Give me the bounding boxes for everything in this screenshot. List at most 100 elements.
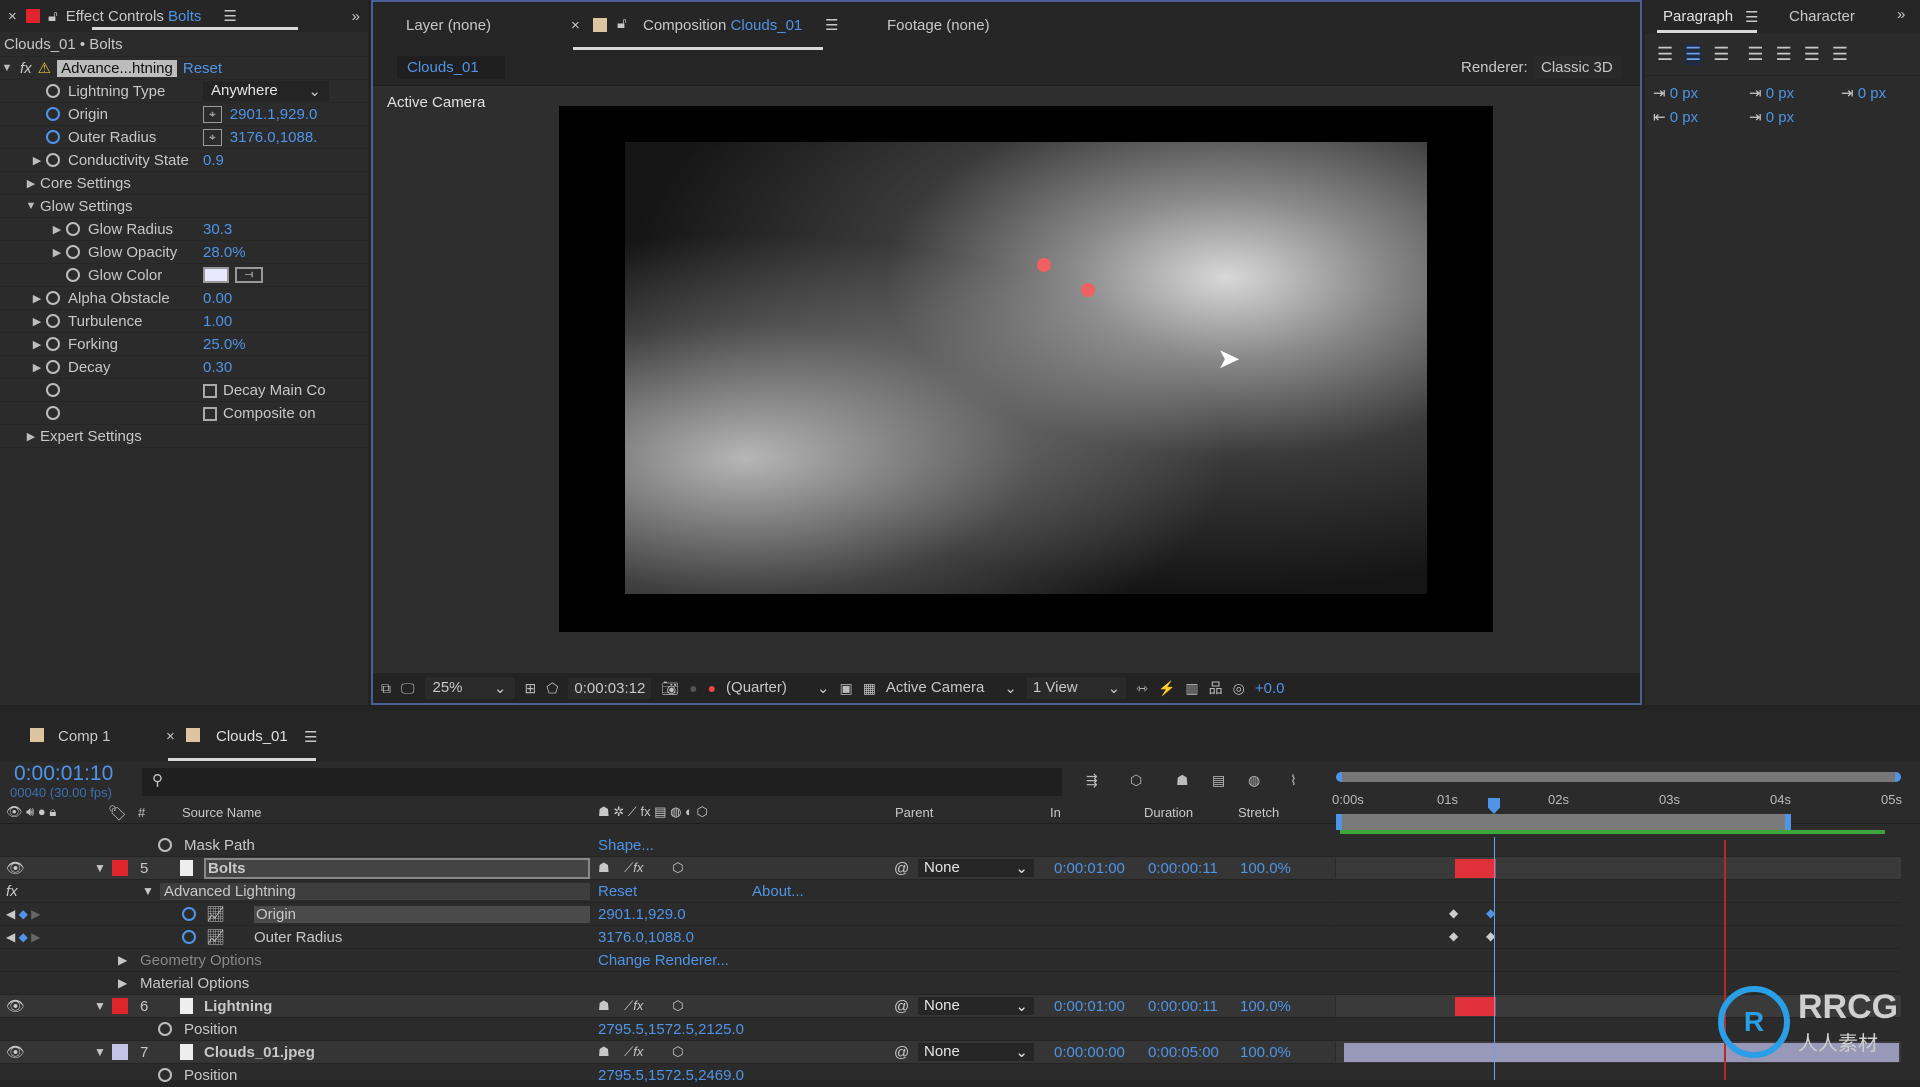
stopwatch-icon[interactable] — [158, 838, 172, 852]
layer-name[interactable]: Bolts — [204, 857, 590, 879]
timeline-row[interactable]: 👁︎ ▼ 7 Clouds_01.jpeg ☗ ⟋fx ⬡ @ None ⌄ 0:00:00:0… — [0, 1041, 1335, 1064]
align-left-icon[interactable]: ☰ — [1657, 44, 1673, 65]
pickwhip-icon[interactable]: @ — [894, 1044, 909, 1061]
duration-header[interactable]: Duration — [1144, 805, 1193, 820]
expand-triangle-icon[interactable]: ▶ — [30, 292, 44, 305]
stopwatch-icon[interactable] — [158, 1022, 172, 1036]
playhead[interactable] — [1488, 798, 1500, 814]
timeline-row[interactable]: fx ▼ Advanced Lightning Reset About... — [0, 880, 1335, 903]
stretch[interactable]: 100.0% — [1240, 998, 1291, 1015]
expand-panels-icon[interactable]: » — [1897, 6, 1905, 23]
quality-icon[interactable]: ⟋ — [624, 998, 633, 1013]
color-channels-icon[interactable]: ● — [708, 680, 716, 696]
crosshair-icon[interactable]: ⌖ — [203, 105, 222, 123]
visibility-eye-icon[interactable]: 👁︎ — [6, 859, 25, 877]
keyframe-navigator[interactable]: ◀ ◆ ▶ — [6, 930, 40, 944]
views-dropdown[interactable]: 1 View ⌄ — [1026, 677, 1127, 699]
expand-triangle-icon[interactable]: ▶ — [30, 338, 44, 351]
expand-triangle-icon[interactable]: ▶ — [24, 177, 38, 190]
checkbox-control[interactable]: Decay Main Co — [203, 382, 326, 399]
stopwatch-icon[interactable] — [66, 268, 80, 282]
character-tab[interactable]: Character — [1789, 8, 1855, 25]
viewer-canvas[interactable]: ➤ — [559, 106, 1493, 632]
in-header[interactable]: In — [1050, 805, 1061, 820]
change-renderer-link[interactable]: Change Renderer... — [598, 952, 729, 969]
graph-icon[interactable]: 📈︎ — [206, 928, 225, 946]
time-ruler[interactable]: 0:00s 01s 02s 03s 04s 05s — [1332, 770, 1902, 834]
lightning-type-dropdown[interactable]: Anywhere ⌄ — [203, 81, 329, 101]
justify-last-left-icon[interactable]: ☰ — [1747, 44, 1763, 65]
stretch[interactable]: 100.0% — [1240, 860, 1291, 877]
parent-dropdown[interactable]: None ⌄ — [918, 859, 1034, 877]
timeline-tab-clouds01[interactable]: Clouds_01 — [216, 728, 288, 745]
shy-icon[interactable]: ☗ — [598, 1044, 610, 1059]
justify-last-right-icon[interactable]: ☰ — [1804, 44, 1820, 65]
stopwatch-icon[interactable] — [46, 291, 60, 305]
keyframe-diamond-icon[interactable]: ◆ — [19, 930, 28, 944]
shy-icon[interactable]: ☗ — [598, 998, 610, 1013]
timeline-icon[interactable]: ▥ — [1185, 680, 1198, 697]
radius-point-handle[interactable] — [1081, 283, 1095, 297]
hide-shy-layers-icon[interactable]: ☗ — [1176, 772, 1189, 789]
frame-blending-icon[interactable]: ▤ — [1212, 772, 1225, 789]
parent-dropdown[interactable]: None ⌄ — [918, 1043, 1034, 1061]
timeline-row[interactable]: ▶ Geometry Options Change Renderer... — [0, 949, 1335, 972]
effect-name[interactable]: Advance...htning — [57, 59, 177, 77]
source-name-header[interactable]: Source Name — [182, 805, 261, 820]
keyframe-icon[interactable]: ◆ — [1449, 906, 1458, 920]
expand-triangle-icon[interactable]: ▶ — [118, 976, 127, 990]
pickwhip-icon[interactable]: @ — [894, 998, 909, 1015]
draft-3d-icon[interactable]: ⬡ — [1130, 772, 1142, 789]
timeline-row[interactable]: ◀ ◆ ▶ 📈︎ Origin 2901.1,929.0 — [0, 903, 1335, 926]
property-value[interactable]: 2901.1,929.0 — [598, 906, 686, 923]
timeline-track[interactable] — [1336, 857, 1901, 880]
expand-triangle-icon[interactable]: ▶ — [50, 223, 64, 236]
timeline-row[interactable]: Position 2795.5,1572.5,2125.0 — [0, 1018, 1335, 1041]
layer-duration-bar[interactable] — [1455, 859, 1496, 878]
collapse-triangle-icon[interactable]: ▼ — [0, 62, 14, 74]
stopwatch-icon[interactable] — [66, 222, 80, 236]
panel-menu-icon[interactable]: ☰ — [825, 16, 838, 34]
stopwatch-icon[interactable] — [182, 930, 196, 944]
work-area-bar[interactable] — [1336, 814, 1791, 830]
about-link[interactable]: About... — [752, 883, 804, 900]
property-value[interactable]: 3176.0,1088.0 — [598, 929, 694, 946]
panel-menu-icon[interactable]: ☰ — [223, 7, 236, 25]
close-icon[interactable]: × — [571, 17, 580, 34]
stretch[interactable]: 100.0% — [1240, 1044, 1291, 1061]
lock-icon[interactable]: 🔓︎ — [48, 8, 58, 25]
panel-menu-icon[interactable]: ☰ — [304, 728, 317, 746]
mask-visibility-icon[interactable]: ⬠ — [546, 680, 558, 697]
timeline-row[interactable]: Position 2795.5,1572.5,2469.0 — [0, 1064, 1335, 1087]
crosshair-icon[interactable]: ⌖ — [203, 128, 222, 146]
next-keyframe-icon[interactable]: ▶ — [31, 907, 40, 921]
zoom-dropdown[interactable]: 25% ⌄ — [424, 677, 515, 699]
keyframe-navigator[interactable]: ◀ ◆ ▶ — [6, 907, 40, 921]
current-time-display[interactable]: 0:00:03:12 — [568, 677, 652, 699]
stopwatch-icon[interactable] — [46, 130, 60, 144]
show-snapshot-icon[interactable]: ● — [689, 680, 697, 696]
space-after-field[interactable]: ⇥ 0 px — [1749, 108, 1794, 126]
close-icon[interactable]: × — [8, 8, 18, 25]
stopwatch-icon[interactable] — [46, 406, 60, 420]
expand-panels-icon[interactable]: » — [352, 8, 360, 25]
stretch-header[interactable]: Stretch — [1238, 805, 1279, 820]
effect-name[interactable]: Advanced Lightning — [160, 882, 590, 900]
expand-triangle-icon[interactable]: ▼ — [94, 1045, 106, 1059]
lock-icon[interactable]: 🔓︎ — [617, 15, 627, 32]
timeline-row[interactable]: ◀ ◆ ▶ 📈︎ Outer Radius 3176.0,1088.0 — [0, 926, 1335, 949]
monitor-icon[interactable]: 🖵︎ — [401, 680, 415, 697]
stopwatch-icon[interactable] — [46, 153, 60, 167]
timeline-tab-comp1[interactable]: Comp 1 — [58, 728, 111, 745]
indent-left-field[interactable]: ⇥ 0 px — [1653, 84, 1698, 102]
expand-triangle-icon[interactable]: ▼ — [24, 200, 38, 212]
expand-triangle-icon[interactable]: ▶ — [50, 246, 64, 259]
camera-dropdown[interactable]: Active Camera ⌄ — [886, 679, 1017, 697]
timeline-track[interactable] — [1336, 1064, 1901, 1087]
property-value[interactable]: 0.9 — [203, 152, 224, 169]
composition-mini-flowchart-icon[interactable]: ⇶ — [1086, 772, 1098, 789]
checkbox-control[interactable]: Composite on — [203, 405, 316, 422]
effect-controls-tab[interactable]: Effect Controls Bolts — [66, 8, 202, 25]
reset-link[interactable]: Reset — [598, 883, 637, 900]
visibility-eye-icon[interactable]: 👁︎ — [6, 997, 25, 1015]
